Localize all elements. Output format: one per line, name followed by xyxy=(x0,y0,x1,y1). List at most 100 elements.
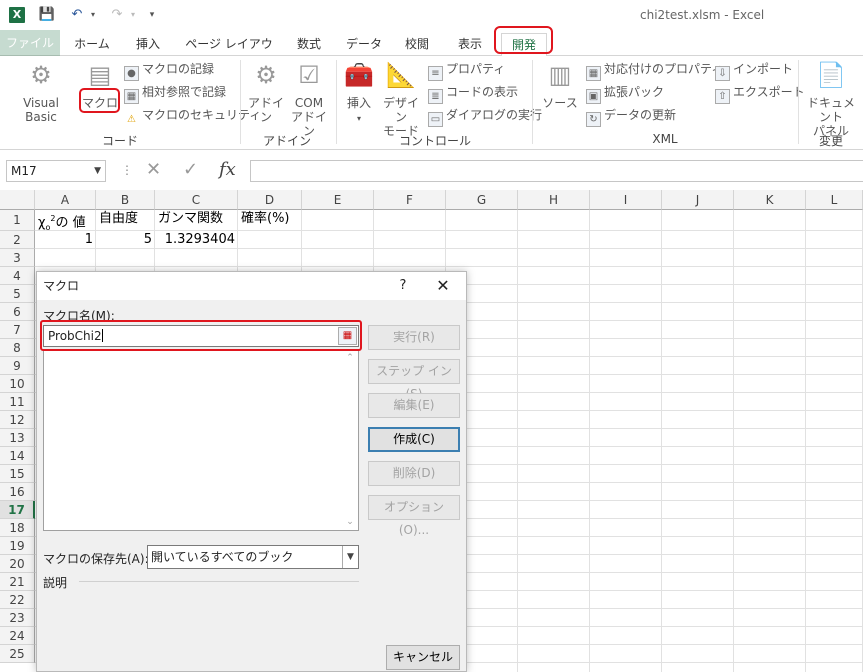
refresh-data-button[interactable]: ↻ データの更新 xyxy=(586,105,676,127)
cell-A1[interactable]: χo2の 値 xyxy=(35,210,89,232)
row-header-11[interactable]: 11 xyxy=(0,393,35,411)
grid-vline xyxy=(661,210,662,672)
column-header-E[interactable]: E xyxy=(302,190,374,210)
row-header-14[interactable]: 14 xyxy=(0,447,35,465)
row-header-7[interactable]: 7 xyxy=(0,321,35,339)
row-header-2[interactable]: 2 xyxy=(0,231,35,249)
row-header-1[interactable]: 1 xyxy=(0,210,35,231)
tab-page-layout[interactable]: ページ レイアウト xyxy=(181,33,277,73)
column-header-C[interactable]: C xyxy=(155,190,238,210)
xml-source-button[interactable]: ▥ ソース xyxy=(541,60,579,110)
row-header-4[interactable]: 4 xyxy=(0,267,35,285)
more-icon: ⋮ xyxy=(121,163,133,177)
com-addins-button[interactable]: ☑ COM アドイン xyxy=(289,60,329,138)
row-header-15[interactable]: 15 xyxy=(0,465,35,483)
scroll-down-icon[interactable]: ⌄ xyxy=(342,514,358,530)
run-dialog-button[interactable]: ▭ ダイアログの実行 xyxy=(428,105,542,127)
row-header-12[interactable]: 12 xyxy=(0,411,35,429)
insert-function-icon[interactable]: fx xyxy=(219,158,236,182)
column-header-F[interactable]: F xyxy=(374,190,446,210)
row-header-20[interactable]: 20 xyxy=(0,555,35,573)
delete-button[interactable]: 削除(D) xyxy=(368,461,460,486)
column-header-I[interactable]: I xyxy=(590,190,662,210)
tab-file[interactable]: ファイル xyxy=(0,30,60,56)
relative-reference-button[interactable]: ▦ 相対参照で記録 xyxy=(124,82,226,104)
run-button[interactable]: 実行(R) xyxy=(368,325,460,350)
row-header-18[interactable]: 18 xyxy=(0,519,35,537)
cell-C2[interactable]: 1.3293404 xyxy=(155,231,238,249)
row-header-3[interactable]: 3 xyxy=(0,249,35,267)
cancel-icon[interactable]: ✕ xyxy=(146,158,161,182)
enter-icon[interactable]: ✓ xyxy=(183,158,198,182)
row-header-19[interactable]: 19 xyxy=(0,537,35,555)
visual-basic-button[interactable]: ⚙ Visual Basic xyxy=(6,60,76,124)
row-header-9[interactable]: 9 xyxy=(0,357,35,375)
row-header-13[interactable]: 13 xyxy=(0,429,35,447)
tab-home[interactable]: ホーム xyxy=(68,33,116,55)
step-into-button[interactable]: ステップ イン(S) xyxy=(368,359,460,401)
cell-B1[interactable]: 自由度 xyxy=(96,210,141,228)
tab-view[interactable]: 表示 xyxy=(450,33,490,55)
name-box[interactable]: M17 ▼ xyxy=(6,160,106,182)
column-header-B[interactable]: B xyxy=(96,190,155,210)
formula-input[interactable] xyxy=(250,160,863,182)
import-button[interactable]: ⇩ インポート xyxy=(715,59,793,81)
row-header-21[interactable]: 21 xyxy=(0,573,35,591)
column-header-H[interactable]: H xyxy=(518,190,590,210)
map-properties-label: 対応付けのプロパティ xyxy=(604,62,724,76)
properties-button[interactable]: ≡ プロパティ xyxy=(428,59,505,81)
macro-list[interactable]: ⌃ ⌄ xyxy=(43,349,359,531)
row-header-5[interactable]: 5 xyxy=(0,285,35,303)
cancel-button[interactable]: キャンセル xyxy=(386,645,460,670)
close-icon[interactable]: ✕ xyxy=(433,272,453,300)
map-properties-button[interactable]: ▦ 対応付けのプロパティ xyxy=(586,59,724,81)
tab-data[interactable]: データ xyxy=(340,33,388,55)
row-header-22[interactable]: 22 xyxy=(0,591,35,609)
cell-D1[interactable]: 確率(%) xyxy=(238,210,293,228)
row-header-17[interactable]: 17 xyxy=(0,501,35,519)
code-group-label: コード xyxy=(101,134,138,148)
cell-B2[interactable]: 5 xyxy=(96,231,155,249)
cell-A2[interactable]: 1 xyxy=(35,231,96,249)
grid-vline xyxy=(517,210,518,672)
refresh-data-icon: ↻ xyxy=(586,112,601,127)
column-header-L[interactable]: L xyxy=(806,190,863,210)
column-header-G[interactable]: G xyxy=(446,190,518,210)
tab-review[interactable]: 校閲 xyxy=(397,33,437,55)
insert-control-label: 挿入 xyxy=(346,96,371,110)
column-header-A[interactable]: A xyxy=(35,190,96,210)
edit-button[interactable]: 編集(E) xyxy=(368,393,460,418)
row-header-25[interactable]: 25 xyxy=(0,645,35,663)
column-header-K[interactable]: K xyxy=(734,190,806,210)
tab-insert[interactable]: 挿入 xyxy=(128,33,168,55)
row-header-23[interactable]: 23 xyxy=(0,609,35,627)
tab-formulas[interactable]: 数式 xyxy=(289,33,329,55)
design-mode-button[interactable]: 📐 デザイン モード xyxy=(380,60,422,138)
record-macro-button[interactable]: ● マクロの記録 xyxy=(124,59,214,81)
row-header-8[interactable]: 8 xyxy=(0,339,35,357)
column-header-J[interactable]: J xyxy=(662,190,734,210)
scroll-up-icon[interactable]: ⌃ xyxy=(342,350,358,366)
row-header-24[interactable]: 24 xyxy=(0,627,35,645)
grid-vline xyxy=(733,210,734,672)
row-header-10[interactable]: 10 xyxy=(0,375,35,393)
excel-window: X 💾 ↶ ▾ ↷ ▾ ▾ chi2test.xlsm - Excel ファイル… xyxy=(0,0,863,672)
store-location-select[interactable]: 開いているすべてのブック ▼ xyxy=(147,545,359,569)
view-code-button[interactable]: ≣ コードの表示 xyxy=(428,82,518,104)
expansion-packs-button[interactable]: ▣ 拡張パック xyxy=(586,82,664,104)
create-button[interactable]: 作成(C) xyxy=(368,427,460,452)
insert-control-button[interactable]: 🧰 挿入 ▾ xyxy=(341,60,377,126)
select-all-corner[interactable] xyxy=(0,190,35,210)
export-button[interactable]: ⇧ エクスポート xyxy=(715,82,805,104)
cell-C1[interactable]: ガンマ関数 xyxy=(155,210,226,228)
list-scrollbar[interactable]: ⌃ ⌄ xyxy=(342,350,358,530)
row-header-16[interactable]: 16 xyxy=(0,483,35,501)
options-button[interactable]: オプション(O)... xyxy=(368,495,460,537)
chevron-down-icon[interactable]: ▼ xyxy=(94,161,101,181)
help-button[interactable]: ? xyxy=(393,272,413,300)
addins-button[interactable]: ⚙ アドイン xyxy=(246,60,286,124)
document-panel-button[interactable]: 📄 ドキュメント パネル xyxy=(802,60,860,138)
chevron-down-icon[interactable]: ▼ xyxy=(342,546,358,568)
row-header-6[interactable]: 6 xyxy=(0,303,35,321)
column-header-D[interactable]: D xyxy=(238,190,302,210)
